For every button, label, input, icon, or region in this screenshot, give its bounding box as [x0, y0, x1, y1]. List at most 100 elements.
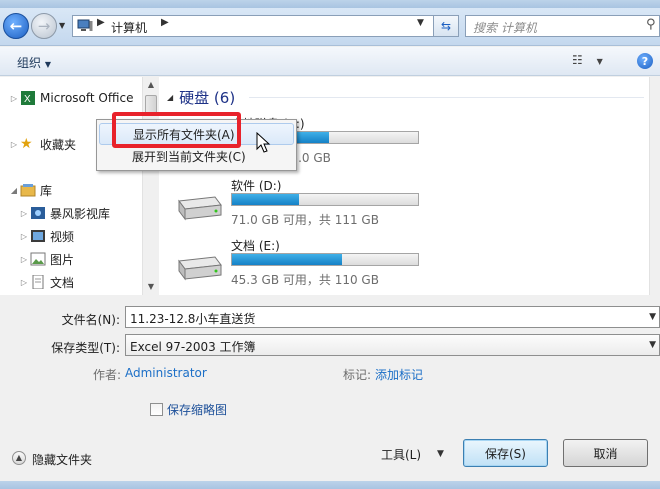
scroll-up-icon[interactable]: ▲ — [143, 77, 159, 93]
drive-usage-bar — [231, 193, 419, 206]
hard-drive-icon — [178, 196, 222, 221]
breadcrumb-chevron-icon[interactable]: ▶ — [97, 17, 105, 28]
collapse-up-icon[interactable]: ▲ — [12, 451, 26, 465]
address-bar[interactable]: ▶ 计算机 ▶ ▼ — [72, 15, 458, 37]
expand-arrow-icon[interactable]: ▷ — [18, 209, 30, 218]
hard-drive-icon — [178, 256, 222, 281]
filetype-label: 保存类型(T): — [51, 341, 120, 355]
arrow-right-icon: → — [37, 17, 51, 35]
content-pane: ◢ 硬盘 (6) 本地磁盘 (C:) 可用，共 25.0 GB 软件 (D:) … — [159, 77, 649, 295]
breadcrumb-chevron-icon[interactable]: ▶ — [161, 17, 169, 28]
hide-folders-button[interactable]: 隐藏文件夹 — [32, 451, 92, 468]
filename-input[interactable]: 11.23-12.8小车直送货 ▼ — [125, 306, 660, 328]
search-icon: ⚲ — [646, 17, 656, 32]
drive-name: 文档 (E:) — [231, 239, 280, 253]
picture-icon — [30, 252, 46, 266]
help-button[interactable]: ? — [637, 53, 653, 69]
tree-item-videos[interactable]: ▷ 视频 — [18, 226, 74, 246]
tree-item-microsoft-office[interactable]: ▷ X Microsoft Office — [8, 88, 133, 108]
cancel-button[interactable]: 取消 — [563, 439, 648, 467]
tree-item-label: 图片 — [50, 252, 75, 267]
drive-item-d[interactable]: 软件 (D:) 71.0 GB 可用，共 111 GB — [175, 177, 425, 233]
annotation-highlight-box — [112, 112, 241, 148]
tree-item-libraries[interactable]: ◢ 库 — [8, 180, 52, 200]
drive-free-space: 71.0 GB 可用，共 111 GB — [231, 213, 379, 227]
filename-label: 文件名(N): — [61, 313, 120, 327]
drive-usage-fill — [232, 254, 342, 265]
view-details-icon: ☷ — [572, 53, 583, 67]
chevron-down-icon: ▼ — [596, 57, 603, 66]
add-tags-link[interactable]: 添加标记 — [375, 366, 423, 383]
address-dropdown-icon[interactable]: ▼ — [417, 18, 424, 28]
tree-item-documents[interactable]: ▷ 文档 — [18, 272, 74, 292]
search-input[interactable]: 搜索 计算机 ⚲ — [465, 15, 660, 37]
filename-value: 11.23-12.8小车直送货 — [130, 312, 256, 326]
save-thumbnail-checkbox[interactable] — [150, 403, 163, 416]
computer-icon — [77, 19, 93, 31]
tree-item-label: Microsoft Office — [40, 91, 134, 105]
collapse-arrow-icon[interactable]: ◢ — [167, 93, 173, 102]
group-title: 硬盘 (6) — [179, 89, 236, 107]
content-pane-scrollbar[interactable] — [649, 77, 660, 295]
video-icon — [31, 230, 45, 242]
star-icon: ★ — [20, 136, 33, 152]
group-header-hard-disks[interactable]: ◢ 硬盘 (6) — [167, 87, 235, 108]
chevron-down-icon: ▼ — [44, 60, 51, 69]
collapse-arrow-icon[interactable]: ◢ — [8, 186, 20, 195]
scroll-down-icon[interactable]: ▼ — [143, 279, 159, 295]
author-label: 作者: — [93, 368, 122, 382]
svg-text:X: X — [24, 94, 31, 105]
tools-menu-button[interactable]: 工具(L) — [381, 446, 421, 463]
tree-item-label: 收藏夹 — [40, 137, 77, 152]
organize-label: 组织 — [17, 56, 42, 70]
drive-usage-fill — [232, 194, 299, 205]
recent-pages-dropdown[interactable]: ▼ — [59, 21, 69, 31]
chevron-down-icon[interactable]: ▼ — [649, 340, 656, 350]
drive-free-space: 45.3 GB 可用，共 110 GB — [231, 273, 379, 287]
tree-item-pictures[interactable]: ▷ 图片 — [18, 249, 74, 269]
media-library-icon — [31, 207, 45, 219]
tree-item-label: 库 — [40, 183, 53, 198]
tree-item-label: 暴风影视库 — [50, 206, 111, 221]
refresh-icon: ⇆ — [440, 19, 452, 33]
help-icon: ? — [641, 54, 649, 68]
tree-item-media-library[interactable]: ▷ 暴风影视库 — [18, 203, 110, 223]
expand-arrow-icon[interactable]: ▷ — [18, 278, 30, 287]
drive-item-e[interactable]: 文档 (E:) 45.3 GB 可用，共 110 GB — [175, 237, 425, 293]
search-placeholder: 搜索 计算机 — [473, 21, 537, 35]
breadcrumb-computer[interactable]: 计算机 — [111, 19, 147, 36]
filetype-value: Excel 97-2003 工作簿 — [130, 340, 256, 354]
chevron-down-icon: ▼ — [59, 21, 66, 30]
author-value[interactable]: Administrator — [125, 366, 207, 380]
command-toolbar: 组织 ▼ ☷ ▼ ? — [0, 47, 660, 76]
navigation-pane: ▷ X Microsoft Office ▷ ★ 收藏夹 ◢ 库 ▷ 暴风影视库… — [0, 77, 158, 295]
chevron-down-icon[interactable]: ▼ — [437, 449, 444, 459]
window-bottom-edge — [0, 481, 660, 489]
navigation-pane-scrollbar[interactable]: ▲ ▼ — [142, 77, 158, 295]
title-bar — [0, 0, 660, 8]
expand-arrow-icon[interactable]: ▷ — [8, 94, 20, 103]
drive-name: 软件 (D:) — [231, 179, 282, 193]
tree-item-label: 视频 — [50, 229, 75, 244]
expand-arrow-icon[interactable]: ▷ — [18, 255, 30, 264]
save-thumbnail-label[interactable]: 保存缩略图 — [167, 401, 227, 418]
chevron-down-icon[interactable]: ▼ — [649, 312, 656, 322]
back-button[interactable]: ← — [3, 13, 29, 39]
library-icon — [20, 184, 36, 197]
change-view-button[interactable]: ☷ ▼ — [572, 53, 603, 67]
expand-arrow-icon[interactable]: ▷ — [18, 232, 30, 241]
refresh-button[interactable]: ⇆ — [433, 15, 459, 37]
tags-label: 标记: — [343, 368, 372, 382]
tree-item-label: 文档 — [50, 275, 75, 290]
filetype-select[interactable]: Excel 97-2003 工作簿 ▼ — [125, 334, 660, 356]
tree-item-favorites[interactable]: ▷ ★ 收藏夹 — [8, 134, 76, 154]
organize-menu-button[interactable]: 组织 ▼ — [17, 54, 51, 71]
expand-arrow-icon[interactable]: ▷ — [8, 140, 20, 149]
forward-button[interactable]: → — [31, 13, 57, 39]
arrow-left-icon: ← — [9, 17, 23, 35]
group-divider — [249, 97, 644, 98]
document-icon — [32, 275, 44, 289]
drive-usage-bar — [231, 253, 419, 266]
mouse-cursor-icon — [256, 132, 271, 153]
save-button[interactable]: 保存(S) — [463, 439, 548, 467]
